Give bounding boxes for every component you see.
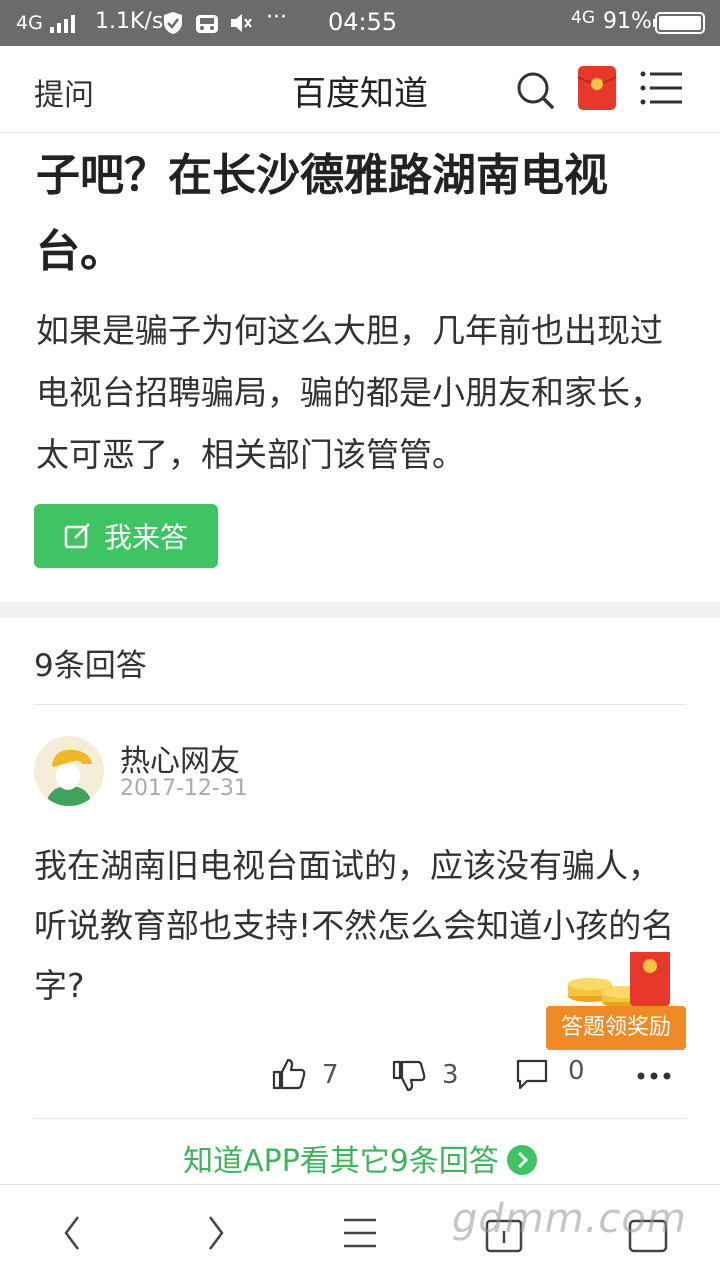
user-avatar-icon: [34, 736, 104, 806]
more-answers-label: 知道APP看其它9条回答: [183, 1144, 499, 1179]
signal-icon: [50, 15, 75, 33]
app-more-answers-link[interactable]: 知道APP看其它9条回答: [0, 1136, 720, 1180]
comment-icon[interactable]: [515, 1058, 549, 1090]
question-title: 子吧？在长沙德雅路湖南电视台。: [36, 150, 608, 277]
battery-percent: 91%: [603, 9, 652, 34]
section-gap: [0, 602, 720, 618]
clock: 04:55: [328, 8, 398, 36]
red-packet-icon[interactable]: [577, 65, 617, 111]
divider: [34, 704, 686, 705]
top-navbar: 提问 百度知道: [0, 46, 720, 133]
battery-network: 4G: [571, 8, 595, 28]
question-description: 如果是骗子为何这么大胆，几年前也出现过电视台招聘骗局，骗的都是小朋友和家长，太可…: [36, 311, 663, 474]
answer-count: 9条回答: [34, 648, 147, 684]
back-icon[interactable]: [62, 1215, 82, 1251]
thumbs-up-icon[interactable]: [272, 1058, 306, 1090]
answer-date: 2017-12-31: [120, 776, 248, 801]
like-count: 7: [322, 1060, 339, 1090]
edit-icon: [64, 523, 90, 549]
search-icon[interactable]: [515, 70, 555, 110]
net-speed: 1.1K/s: [95, 9, 164, 34]
answer-username[interactable]: 热心网友: [120, 736, 240, 780]
car-icon: [196, 15, 218, 33]
battery-icon: [653, 12, 705, 34]
menu-icon[interactable]: [640, 70, 684, 106]
more-options-icon[interactable]: [636, 1070, 672, 1082]
watermark: gdmm.com: [452, 1196, 687, 1242]
answer-button[interactable]: 我来答: [34, 504, 218, 568]
answer-button-label: 我来答: [103, 521, 188, 554]
forward-icon[interactable]: [206, 1215, 226, 1251]
status-bar: 4G 1.1K/s ··· 04:55 4G 91%: [0, 0, 720, 46]
avatar[interactable]: [34, 736, 104, 806]
menu-lines-icon[interactable]: [342, 1217, 378, 1249]
answer-reward-promo[interactable]: 答题领奖励: [546, 946, 688, 1050]
shield-icon: [164, 12, 182, 34]
divider: [34, 1118, 686, 1119]
coins-redpacket-icon: [568, 952, 670, 1008]
dislike-count: 3: [442, 1060, 459, 1090]
comment-count: 0: [568, 1056, 585, 1086]
thumbs-down-icon[interactable]: [392, 1060, 426, 1092]
chevron-right-icon: [506, 1145, 537, 1175]
more-dots-icon: ···: [266, 5, 287, 30]
network-type: 4G: [16, 12, 43, 34]
mute-icon: [231, 14, 252, 32]
promo-label: 答题领奖励: [546, 1006, 686, 1050]
